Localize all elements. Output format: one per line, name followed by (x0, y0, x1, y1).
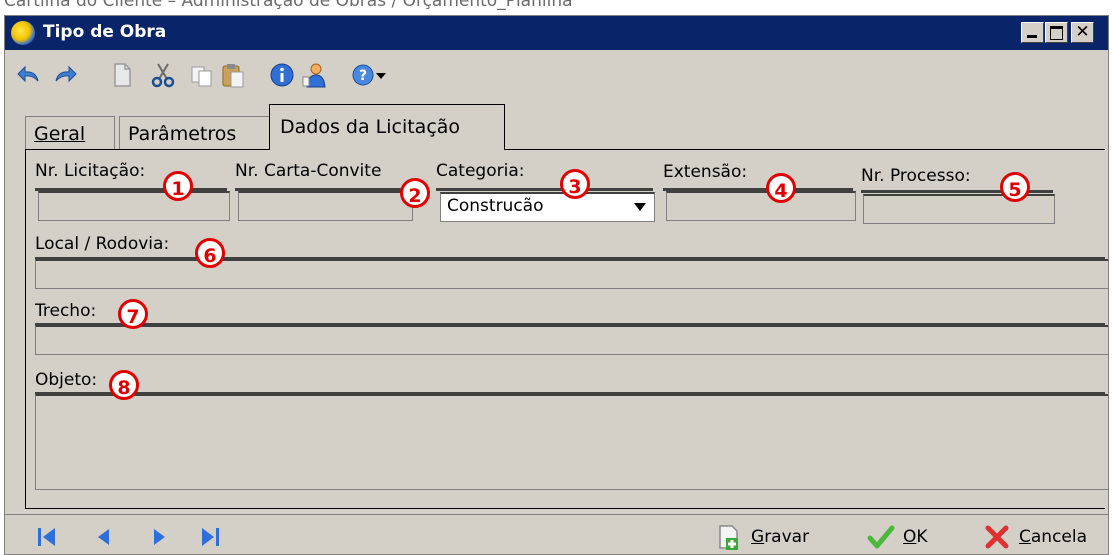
extensao-input[interactable] (666, 191, 856, 221)
first-record-icon[interactable] (35, 525, 59, 549)
categoria-underline (436, 188, 653, 191)
nr-licitacao-label: Nr. Licitação: (35, 161, 146, 181)
tab-parametros[interactable]: Parâmetros (119, 116, 271, 150)
nr-processo-input[interactable] (863, 194, 1055, 224)
maximize-icon (1046, 23, 1067, 42)
cancela-button[interactable]: Cancela (983, 523, 1087, 551)
tab-parametros-label: Parâmetros (128, 123, 237, 145)
trecho-input[interactable] (35, 325, 1108, 355)
marker-5: 5 (1000, 172, 1030, 202)
gravar-button[interactable]: Gravar (715, 523, 809, 551)
tab-geral-label: Geral (34, 123, 86, 145)
gravar-label: Gravar (751, 527, 810, 547)
cancel-x-icon (983, 523, 1011, 551)
close-icon: ✕ (1075, 22, 1090, 42)
extensao-label: Extensão: (663, 162, 748, 182)
minimize-icon (1022, 23, 1043, 42)
maximize-button[interactable] (1045, 22, 1068, 43)
info-icon[interactable] (267, 60, 297, 90)
objeto-label: Objeto: (35, 370, 98, 390)
marker-7: 7 (118, 299, 148, 329)
objeto-textarea[interactable] (35, 394, 1108, 490)
checkmark-icon (867, 523, 895, 551)
paste-icon[interactable] (218, 60, 248, 90)
categoria-selected-value: Construcão (447, 196, 544, 216)
marker-1: 1 (163, 171, 193, 201)
undo-icon[interactable] (15, 60, 45, 90)
title-bar[interactable]: Tipo de Obra ✕ (5, 16, 1108, 50)
nr-carta-convite-input[interactable] (238, 191, 413, 221)
tab-dados-label: Dados da Licitação (280, 116, 461, 138)
marker-2: 2 (400, 178, 430, 208)
previous-record-icon[interactable] (91, 525, 115, 549)
document-caption: Cartilha do Cliente – Administração de O… (4, 0, 573, 11)
minimize-button[interactable] (1021, 22, 1044, 43)
next-record-icon[interactable] (148, 525, 172, 549)
categoria-select[interactable]: Construcão (440, 192, 655, 222)
ok-button[interactable]: OK (867, 523, 928, 551)
app-icon (11, 21, 35, 45)
marker-3: 3 (560, 169, 590, 199)
marker-8: 8 (109, 370, 139, 400)
chevron-down-icon (634, 203, 646, 211)
user-icon[interactable] (299, 60, 329, 90)
copy-icon[interactable] (187, 60, 217, 90)
new-document-icon[interactable] (107, 60, 137, 90)
dropdown-arrow-icon[interactable] (373, 60, 389, 90)
categoria-label: Categoria: (436, 161, 525, 181)
cut-icon[interactable] (148, 60, 178, 90)
marker-4: 4 (766, 173, 796, 203)
svg-text:?: ? (359, 68, 367, 84)
nr-carta-convite-label: Nr. Carta-Convite (235, 161, 382, 181)
last-record-icon[interactable] (198, 525, 222, 549)
tipo-de-obra-window: Tipo de Obra ✕ ? Geral Parâmetros Dados … (4, 15, 1109, 555)
close-button[interactable]: ✕ (1071, 22, 1094, 43)
window-title: Tipo de Obra (43, 22, 167, 42)
redo-icon[interactable] (49, 60, 79, 90)
cancela-label: Cancela (1019, 527, 1088, 547)
toolbar: ? (5, 52, 1108, 98)
save-document-icon (715, 523, 743, 551)
ok-label: OK (903, 527, 928, 547)
tab-dados-da-licitacao[interactable]: Dados da Licitação (269, 104, 505, 150)
tab-geral[interactable]: Geral (25, 116, 115, 150)
trecho-label: Trecho: (35, 301, 97, 321)
bottom-bar: Gravar OK Cancela (5, 514, 1108, 554)
nr-licitacao-input[interactable] (38, 191, 230, 221)
local-rodovia-label: Local / Rodovia: (35, 234, 170, 254)
nr-processo-label: Nr. Processo: (861, 166, 971, 186)
marker-6: 6 (195, 238, 225, 268)
local-rodovia-input[interactable] (35, 259, 1108, 289)
